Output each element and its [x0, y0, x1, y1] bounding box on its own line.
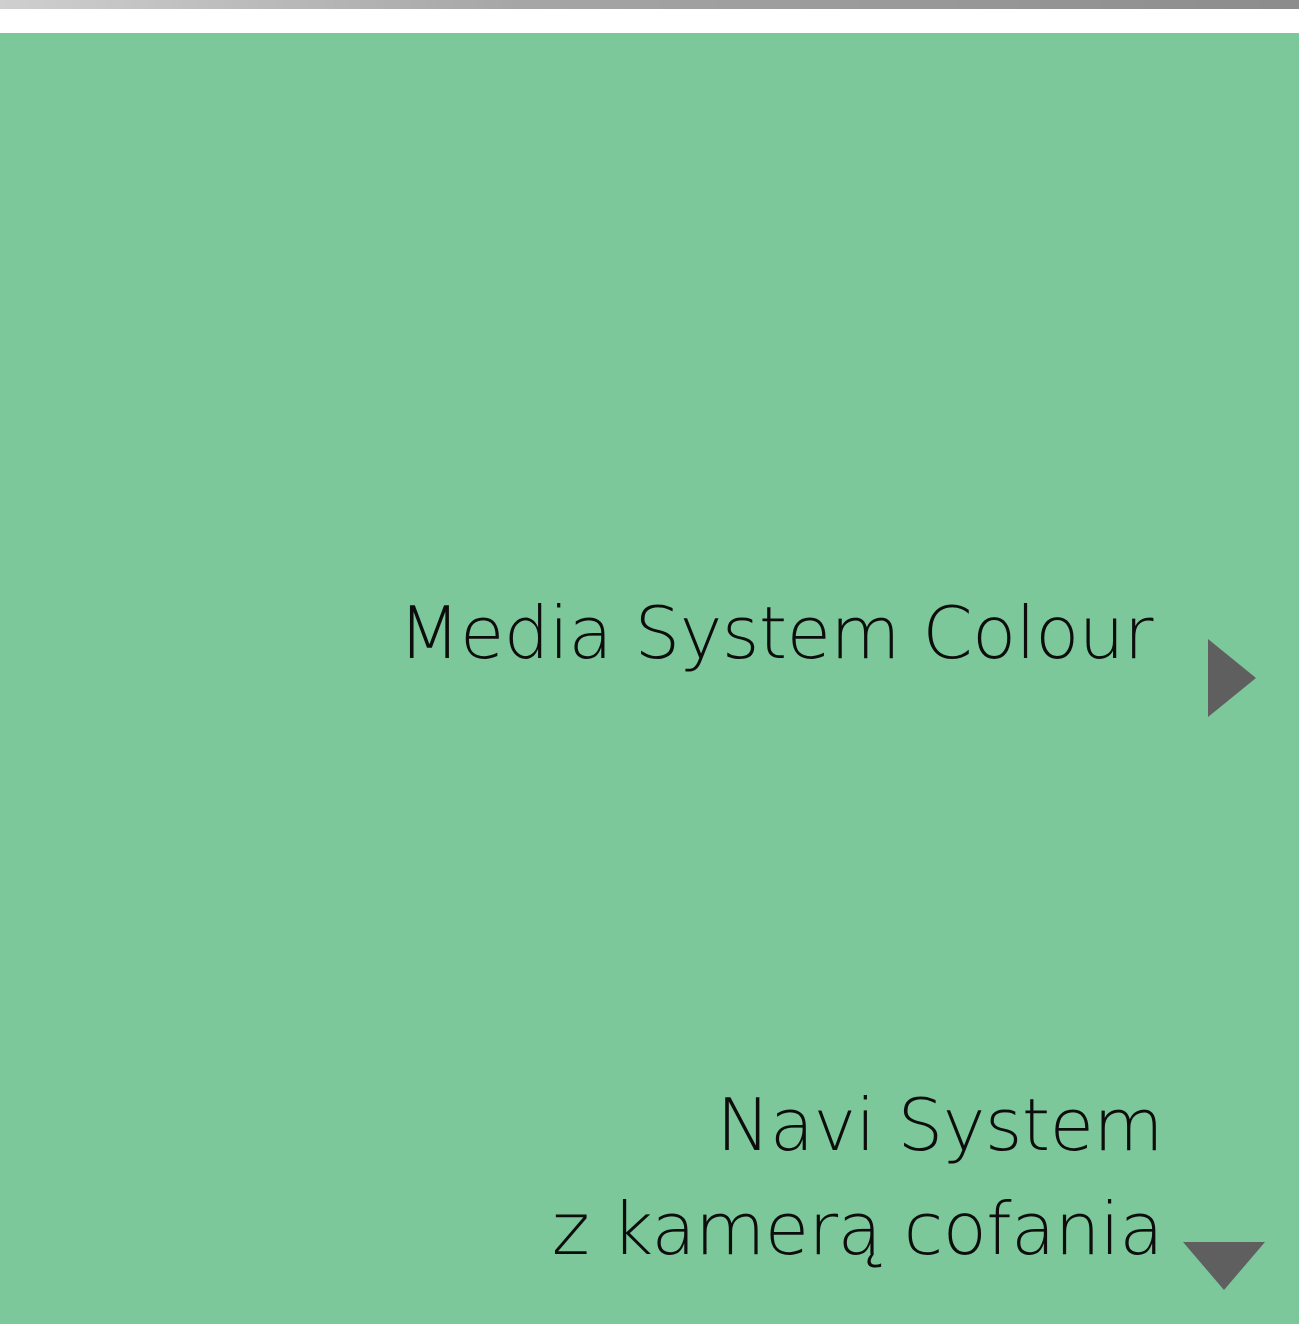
navi-system-label-line1: Navi System: [716, 1083, 1164, 1167]
navi-system-label-line2: z kamerą cofania: [551, 1187, 1164, 1271]
top-gradient-bar: [0, 0, 1299, 9]
triangle-right-icon[interactable]: [1208, 639, 1256, 717]
navi-system-option[interactable]: Navi System z kamerą cofania: [551, 1073, 1164, 1281]
triangle-down-icon[interactable]: [1183, 1242, 1265, 1290]
media-system-colour-option[interactable]: Media System Colour: [398, 588, 1153, 678]
